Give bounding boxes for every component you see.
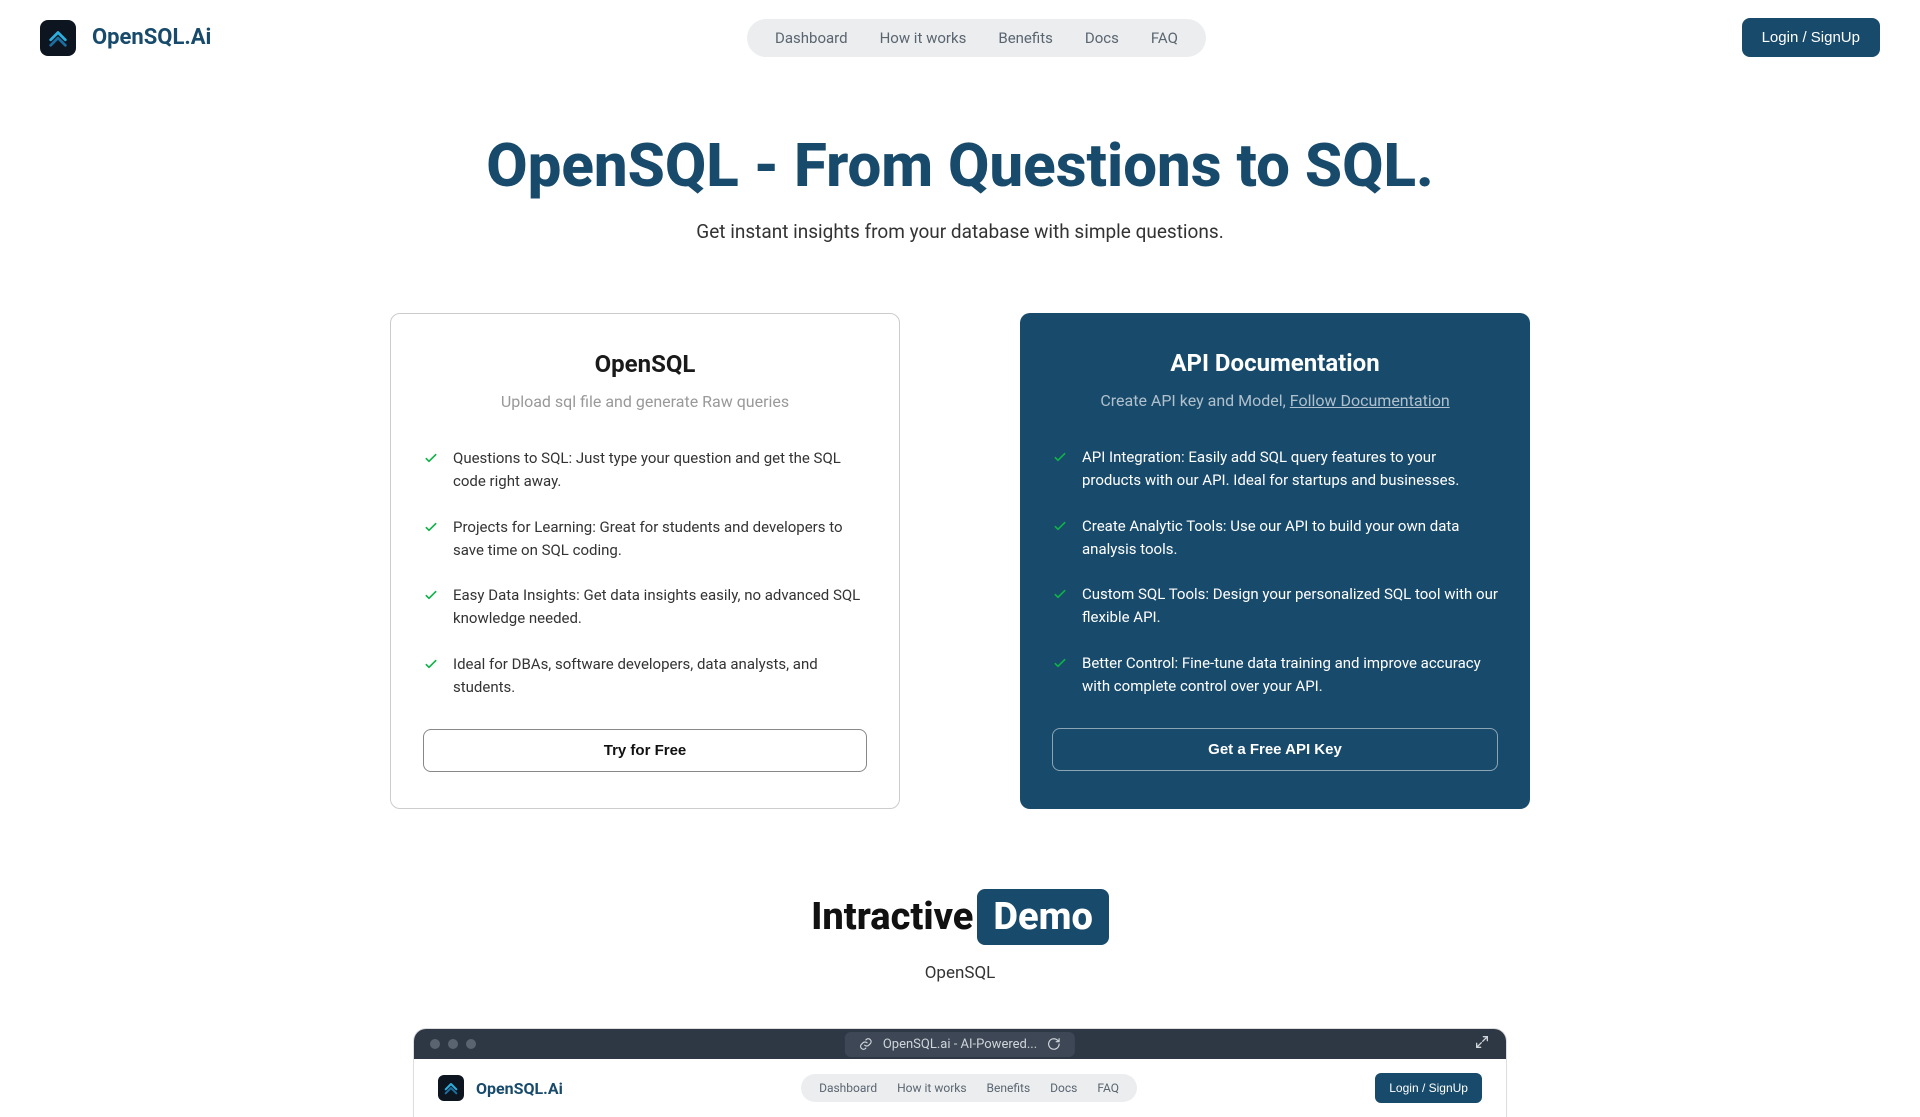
expand-icon[interactable] [1474,1034,1490,1054]
window-dot-icon [430,1039,440,1049]
nav-benefits[interactable]: Benefits [998,29,1053,47]
check-icon [1052,518,1068,534]
check-icon [423,587,439,603]
url-text: OpenSQL.ai - AI-Powered... [883,1037,1037,1052]
demo-nav-item: Benefits [987,1081,1031,1095]
hero-subtitle: Get instant insights from your database … [40,220,1880,243]
login-signup-button[interactable]: Login / SignUp [1742,18,1880,57]
demo-brand: OpenSQL.Ai [438,1075,563,1101]
demo-preview-window: OpenSQL.ai - AI-Powered... OpenSQL.Ai Da… [414,1029,1506,1117]
card-api-subtitle: Create API key and Model, Follow Documen… [1052,391,1498,410]
feature-item: Questions to SQL: Just type your questio… [423,447,867,494]
url-bar: OpenSQL.ai - AI-Powered... [845,1032,1075,1057]
logo-icon [40,20,76,56]
brand[interactable]: OpenSQL.Ai [40,20,211,56]
nav-docs[interactable]: Docs [1085,29,1119,47]
feature-text: API Integration: Easily add SQL query fe… [1082,446,1498,493]
nav-how-it-works[interactable]: How it works [880,29,967,47]
hero-title: OpenSQL - From Questions to SQL. [40,131,1880,200]
check-icon [423,519,439,535]
follow-documentation-link[interactable]: Follow Documentation [1290,391,1450,410]
card-opensql-features: Questions to SQL: Just type your questio… [423,447,867,699]
feature-item: Easy Data Insights: Get data insights ea… [423,584,867,631]
feature-item: Better Control: Fine-tune data training … [1052,652,1498,699]
window-dot-icon [448,1039,458,1049]
demo-nav-item: Dashboard [819,1081,877,1095]
link-icon [859,1037,873,1051]
card-opensql-title: OpenSQL [423,350,867,378]
card-api-subtitle-prefix: Create API key and Model, [1100,391,1289,410]
feature-text: Better Control: Fine-tune data training … [1082,652,1498,699]
demo-section: Intractive Demo OpenSQL OpenSQL.ai - AI-… [0,809,1920,1117]
feature-cards: OpenSQL Upload sql file and generate Raw… [0,243,1920,809]
feature-text: Ideal for DBAs, software developers, dat… [453,653,867,700]
demo-nav-item: How it works [897,1081,966,1095]
demo-nav-item: Docs [1050,1081,1077,1095]
demo-title: Intractive Demo [811,889,1109,945]
demo-title-highlighted: Demo [977,889,1109,945]
demo-title-plain: Intractive [811,895,973,939]
hero: OpenSQL - From Questions to SQL. Get ins… [0,75,1920,243]
demo-brand-name: OpenSQL.Ai [476,1079,563,1098]
demo-inner-header: OpenSQL.Ai Dashboard How it works Benefi… [414,1059,1506,1117]
site-header: OpenSQL.Ai Dashboard How it works Benefi… [0,0,1920,75]
card-opensql-subtitle: Upload sql file and generate Raw queries [423,392,867,411]
feature-item: Ideal for DBAs, software developers, dat… [423,653,867,700]
get-api-key-button[interactable]: Get a Free API Key [1052,728,1498,771]
card-api-title: API Documentation [1052,349,1498,377]
check-icon [1052,655,1068,671]
nav-faq[interactable]: FAQ [1151,29,1178,47]
feature-item: Custom SQL Tools: Design your personaliz… [1052,583,1498,630]
feature-text: Custom SQL Tools: Design your personaliz… [1082,583,1498,630]
card-api-features: API Integration: Easily add SQL query fe… [1052,446,1498,698]
window-dot-icon [466,1039,476,1049]
card-api: API Documentation Create API key and Mod… [1020,313,1530,809]
feature-item: Create Analytic Tools: Use our API to bu… [1052,515,1498,562]
check-icon [1052,586,1068,602]
refresh-icon [1047,1037,1061,1051]
demo-login-button: Login / SignUp [1375,1073,1482,1103]
demo-nav: Dashboard How it works Benefits Docs FAQ [801,1074,1137,1102]
demo-nav-item: FAQ [1097,1081,1119,1095]
feature-item: API Integration: Easily add SQL query fe… [1052,446,1498,493]
check-icon [423,656,439,672]
feature-text: Projects for Learning: Great for student… [453,516,867,563]
feature-item: Projects for Learning: Great for student… [423,516,867,563]
card-opensql: OpenSQL Upload sql file and generate Raw… [390,313,900,809]
check-icon [423,450,439,466]
feature-text: Easy Data Insights: Get data insights ea… [453,584,867,631]
brand-name: OpenSQL.Ai [92,25,211,50]
window-controls [430,1039,476,1049]
browser-chrome: OpenSQL.ai - AI-Powered... [414,1029,1506,1059]
feature-text: Create Analytic Tools: Use our API to bu… [1082,515,1498,562]
feature-text: Questions to SQL: Just type your questio… [453,447,867,494]
nav-dashboard[interactable]: Dashboard [775,29,848,47]
primary-nav: Dashboard How it works Benefits Docs FAQ [747,19,1206,57]
demo-logo-icon [438,1075,464,1101]
try-free-button[interactable]: Try for Free [423,729,867,772]
check-icon [1052,449,1068,465]
demo-subtitle: OpenSQL [40,963,1880,983]
